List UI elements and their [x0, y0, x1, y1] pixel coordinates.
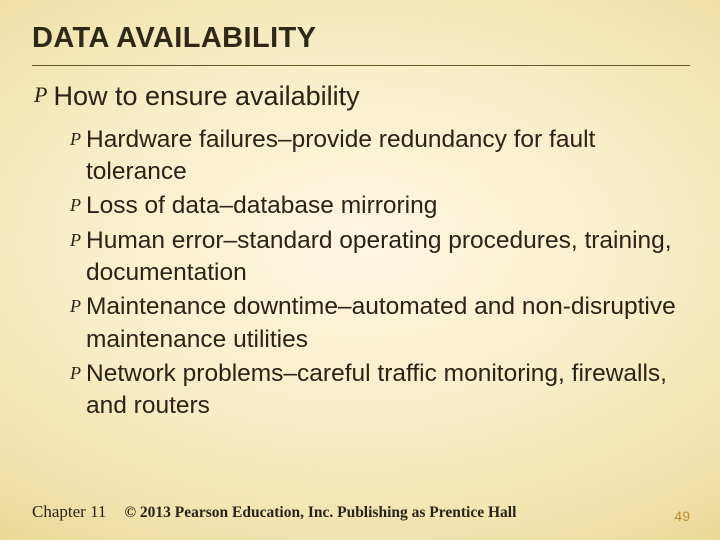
copyright-text: © 2013 Pearson Education, Inc. Publishin… [124, 504, 516, 522]
script-bullet-icon: P [70, 196, 81, 214]
bullet-level2-text: Hardware failures–provide redundancy for… [86, 124, 690, 189]
slide-title: DATA AVAILABILITY [32, 22, 690, 59]
bullet-level2-text: Loss of data–database mirroring [86, 190, 437, 222]
script-bullet-icon: P [70, 130, 81, 148]
bullet-level2-text: Human error–standard operating procedure… [86, 225, 690, 290]
footer: Chapter 11 © 2013 Pearson Education, Inc… [32, 502, 690, 522]
bullet-level1: P How to ensure availability [34, 80, 690, 114]
slide: DATA AVAILABILITY P How to ensure availa… [0, 0, 720, 540]
title-underline [32, 65, 690, 66]
bullet-level2: P Hardware failures–provide redundancy f… [70, 124, 690, 189]
script-bullet-icon: P [70, 364, 81, 382]
sub-bullet-list: P Hardware failures–provide redundancy f… [70, 124, 690, 423]
script-bullet-icon: P [70, 231, 81, 249]
bullet-level2: P Loss of data–database mirroring [70, 190, 690, 222]
bullet-level2: P Maintenance downtime–automated and non… [70, 291, 690, 356]
bullet-level2: P Network problems–careful traffic monit… [70, 358, 690, 423]
bullet-level2-text: Maintenance downtime–automated and non-d… [86, 291, 690, 356]
bullet-level2-text: Network problems–careful traffic monitor… [86, 358, 690, 423]
bullet-level1-text: How to ensure availability [53, 80, 359, 114]
script-bullet-icon: P [70, 297, 81, 315]
script-bullet-icon: P [34, 84, 47, 106]
bullet-level2: P Human error–standard operating procedu… [70, 225, 690, 290]
chapter-label: Chapter 11 [32, 502, 106, 522]
page-number: 49 [674, 508, 690, 524]
